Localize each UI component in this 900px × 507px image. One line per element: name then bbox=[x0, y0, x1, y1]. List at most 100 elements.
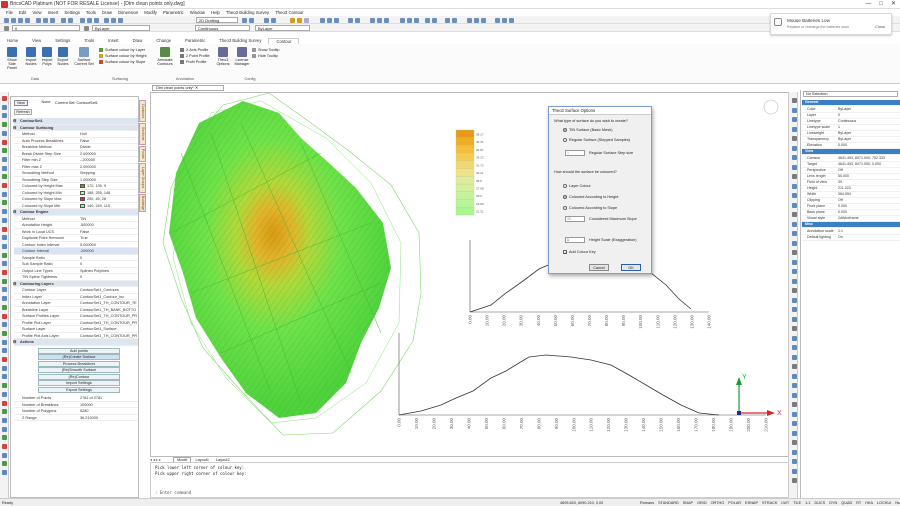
property-value[interactable]: ContourSet1_Surface bbox=[80, 326, 138, 332]
property-value[interactable]: ContourSet1_TH_CONTOUR_PR bbox=[80, 313, 138, 319]
property-value[interactable]: 2.000000 bbox=[80, 151, 138, 157]
add-colour-key-option[interactable]: ✓ Add Colour Key bbox=[563, 250, 596, 255]
lineweight-icon[interactable] bbox=[791, 269, 797, 274]
xref-icon[interactable] bbox=[791, 335, 797, 341]
otrack-icon[interactable] bbox=[791, 250, 797, 255]
selection-filter[interactable]: No Selection bbox=[803, 91, 898, 97]
regular-radio[interactable] bbox=[563, 138, 567, 142]
boundary-icon[interactable] bbox=[2, 391, 7, 397]
surface-current-set-button[interactable]: Surface Current Set bbox=[74, 47, 94, 66]
offset-icon[interactable] bbox=[2, 252, 7, 258]
property-value[interactable]: 250, 45, 28 bbox=[80, 196, 138, 202]
menu-dimension[interactable]: Dimension bbox=[118, 9, 138, 16]
mesh-icon[interactable] bbox=[2, 409, 7, 415]
snap-node-icon[interactable] bbox=[791, 126, 797, 132]
step-size-input[interactable]: 1 bbox=[565, 150, 585, 156]
collapse-icon[interactable]: ⊟ bbox=[13, 209, 16, 215]
action-process-breaklines-button[interactable]: Process Breaklines bbox=[38, 360, 120, 367]
export-nodes-button[interactable]: Export Nodes bbox=[56, 47, 70, 66]
help-icon[interactable] bbox=[2, 470, 7, 476]
refresh-button[interactable]: Refresh bbox=[14, 109, 32, 115]
snap-quadrant-icon[interactable] bbox=[791, 136, 797, 141]
menu-file[interactable]: File bbox=[6, 9, 13, 16]
properties-value[interactable]: 50.000 bbox=[838, 174, 849, 180]
action-import-settings-button[interactable]: Import Settings bbox=[38, 380, 120, 386]
properties-value[interactable]: ByLayer bbox=[838, 131, 851, 137]
menu-modify[interactable]: Modify bbox=[144, 9, 157, 16]
menu-draw[interactable]: Draw bbox=[102, 9, 112, 16]
rt-icon[interactable] bbox=[791, 288, 797, 293]
properties-value[interactable]: 0.000 bbox=[838, 210, 847, 216]
properties-icon[interactable] bbox=[118, 17, 123, 23]
measure-icon[interactable] bbox=[2, 374, 7, 380]
properties-section[interactable]: General bbox=[802, 100, 900, 106]
properties-value[interactable]: 4641.493, 6071.000, 752.333 bbox=[838, 156, 885, 162]
arc-icon[interactable] bbox=[2, 122, 7, 128]
undo-icon[interactable] bbox=[61, 17, 66, 23]
maximize-button[interactable]: □ bbox=[879, 0, 883, 9]
max-slope-input[interactable]: 90 bbox=[565, 216, 585, 222]
dwf-icon[interactable] bbox=[791, 364, 797, 369]
tin-surface-option[interactable]: TIN Surface (Basic Mesh) bbox=[563, 128, 612, 132]
polar-icon[interactable] bbox=[791, 240, 797, 246]
paste-icon[interactable] bbox=[50, 17, 55, 23]
property-value[interactable]: ContourSet1_Contours bbox=[80, 287, 138, 293]
walk-icon[interactable] bbox=[414, 17, 419, 23]
fillet-icon[interactable] bbox=[2, 278, 7, 284]
linetype-select[interactable]: ByLayer bbox=[92, 25, 150, 31]
properties-row[interactable]: Back plane 0.000 bbox=[802, 210, 900, 216]
document-tab[interactable]: Dtm clean points only* ✕ bbox=[152, 85, 224, 91]
spline-icon[interactable] bbox=[2, 156, 7, 162]
move-icon[interactable] bbox=[2, 209, 7, 215]
polygon-icon[interactable] bbox=[2, 148, 7, 154]
drawing-canvas[interactable]: 38.17 36.31 34.87 33.22 31.72 30.11 28.6 27.08 2… bbox=[150, 92, 790, 457]
notification-close-button[interactable]: Close bbox=[875, 24, 885, 29]
surface-colour-height-button[interactable]: Surface colour by Height bbox=[99, 54, 147, 59]
properties-value[interactable]: 2dWireframe bbox=[838, 216, 859, 222]
layer-colour-option[interactable]: Layer Colour bbox=[563, 184, 591, 188]
rectangle-icon[interactable] bbox=[2, 139, 7, 145]
properties-row[interactable]: Field of view 39 bbox=[802, 180, 900, 186]
height-colour-option[interactable]: Coloured According to Height bbox=[563, 195, 618, 199]
properties-row[interactable]: Lineweight ByLayer bbox=[802, 131, 900, 137]
insert-icon[interactable] bbox=[2, 357, 7, 362]
draworder-icon[interactable] bbox=[264, 17, 269, 23]
slope-colour-radio[interactable] bbox=[563, 206, 567, 210]
properties-value[interactable]: 1 bbox=[838, 125, 840, 131]
pan-icon[interactable] bbox=[80, 17, 85, 23]
properties-row[interactable]: Clipping Off bbox=[802, 198, 900, 204]
break-icon[interactable] bbox=[2, 322, 7, 328]
workspace-select[interactable]: 2D Drafting bbox=[196, 17, 238, 23]
properties-row[interactable]: Visual style 2dWireframe bbox=[802, 216, 900, 222]
snap-perpendicular-icon[interactable] bbox=[791, 164, 797, 170]
properties-row[interactable]: Elevation 0.000 bbox=[802, 143, 900, 149]
show-side-panel-button[interactable]: Show Side Panel bbox=[4, 47, 20, 71]
dimension-icon[interactable] bbox=[2, 200, 7, 206]
lock-icon[interactable] bbox=[304, 17, 309, 23]
properties-row[interactable]: Layer 0 bbox=[802, 113, 900, 119]
line-icon[interactable] bbox=[2, 104, 7, 110]
property-value[interactable]: 0 bbox=[80, 274, 138, 280]
open-file-icon[interactable] bbox=[11, 17, 16, 23]
quad-icon[interactable] bbox=[791, 278, 797, 284]
menu-theo3-contour[interactable]: Theo3 Contour bbox=[275, 9, 304, 16]
collapse-icon[interactable]: ⊟ bbox=[13, 125, 16, 131]
property-value[interactable]: 140, 249, 115 bbox=[80, 203, 138, 209]
layer-select[interactable]: 0 bbox=[12, 25, 80, 31]
tin-radio[interactable] bbox=[563, 128, 567, 132]
copy-icon[interactable] bbox=[43, 17, 48, 23]
properties-row[interactable]: Transparency ByLayer bbox=[802, 137, 900, 143]
new-set-button[interactable]: New bbox=[14, 100, 28, 106]
menu-parametric[interactable]: Parametric bbox=[163, 9, 184, 16]
collapse-icon[interactable]: ⊟ bbox=[13, 281, 16, 287]
circle-icon[interactable] bbox=[2, 130, 7, 136]
mirror-icon[interactable] bbox=[2, 243, 7, 249]
properties-row[interactable]: Default lighting On bbox=[802, 235, 900, 241]
properties-row[interactable]: Lens length 50.000 bbox=[802, 174, 900, 180]
dim-style-icon[interactable] bbox=[474, 17, 479, 23]
property-value[interactable]: Splined Polylines bbox=[80, 268, 138, 274]
scale-icon[interactable] bbox=[2, 235, 7, 241]
properties-value[interactable]: On bbox=[838, 235, 843, 241]
print-icon[interactable] bbox=[25, 17, 30, 23]
chamfer-icon[interactable] bbox=[2, 287, 7, 293]
